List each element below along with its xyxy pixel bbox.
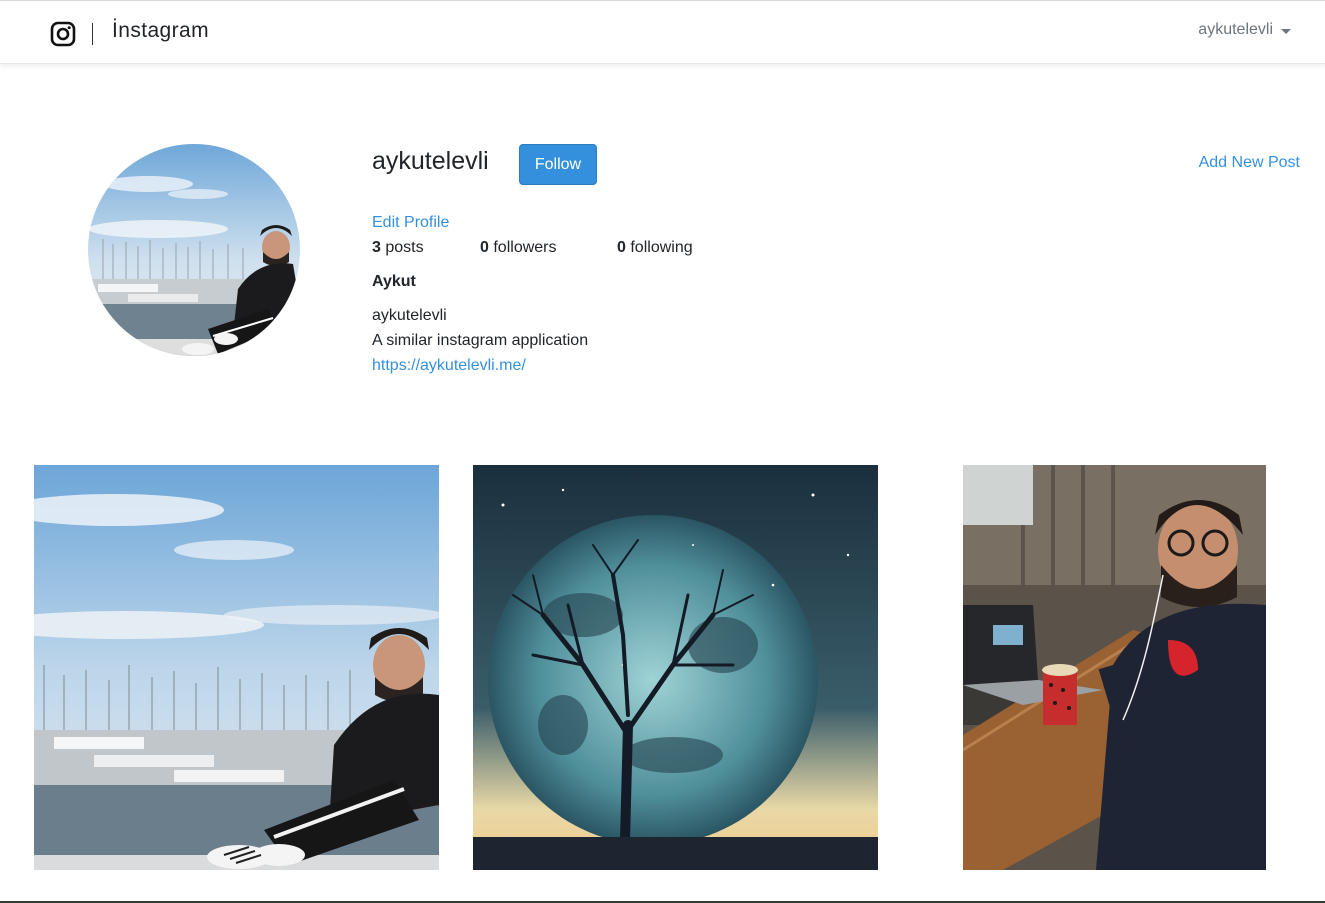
stat-following[interactable]: 0 following bbox=[617, 239, 693, 257]
profile-username: aykutelevli bbox=[372, 147, 489, 175]
add-new-post-link[interactable]: Add New Post bbox=[1199, 154, 1300, 172]
profile-display-name: Aykut bbox=[372, 273, 416, 290]
brand-divider bbox=[92, 23, 93, 45]
post-thumbnail-tree-moon[interactable] bbox=[473, 465, 878, 870]
brand-name[interactable]: İnstagram bbox=[112, 19, 209, 43]
post-thumbnail-marina[interactable] bbox=[34, 465, 439, 870]
following-label: following bbox=[630, 239, 693, 256]
stat-followers[interactable]: 0 followers bbox=[480, 239, 557, 257]
posts-label: posts bbox=[385, 239, 424, 256]
stat-posts[interactable]: 3 posts bbox=[372, 239, 424, 257]
top-navbar: İnstagram aykutelevli bbox=[0, 1, 1325, 64]
posts-count: 3 bbox=[372, 239, 381, 256]
instagram-camera-icon[interactable] bbox=[50, 21, 76, 47]
user-menu-dropdown[interactable]: aykutelevli bbox=[1198, 21, 1291, 39]
following-count: 0 bbox=[617, 239, 626, 256]
post-thumbnail-cafe[interactable] bbox=[963, 465, 1266, 870]
user-menu-label: aykutelevli bbox=[1198, 21, 1273, 38]
follow-button[interactable]: Follow bbox=[519, 144, 597, 185]
bio-description: A similar instagram application bbox=[372, 332, 589, 349]
profile-avatar bbox=[88, 144, 300, 356]
followers-count: 0 bbox=[480, 239, 489, 256]
followers-label: followers bbox=[493, 239, 557, 256]
bio-handle: aykutelevli bbox=[372, 307, 447, 324]
edit-profile-link[interactable]: Edit Profile bbox=[372, 214, 449, 232]
caret-down-icon bbox=[1281, 28, 1291, 34]
bio-url-link[interactable]: https://aykutelevli.me/ bbox=[372, 357, 526, 375]
